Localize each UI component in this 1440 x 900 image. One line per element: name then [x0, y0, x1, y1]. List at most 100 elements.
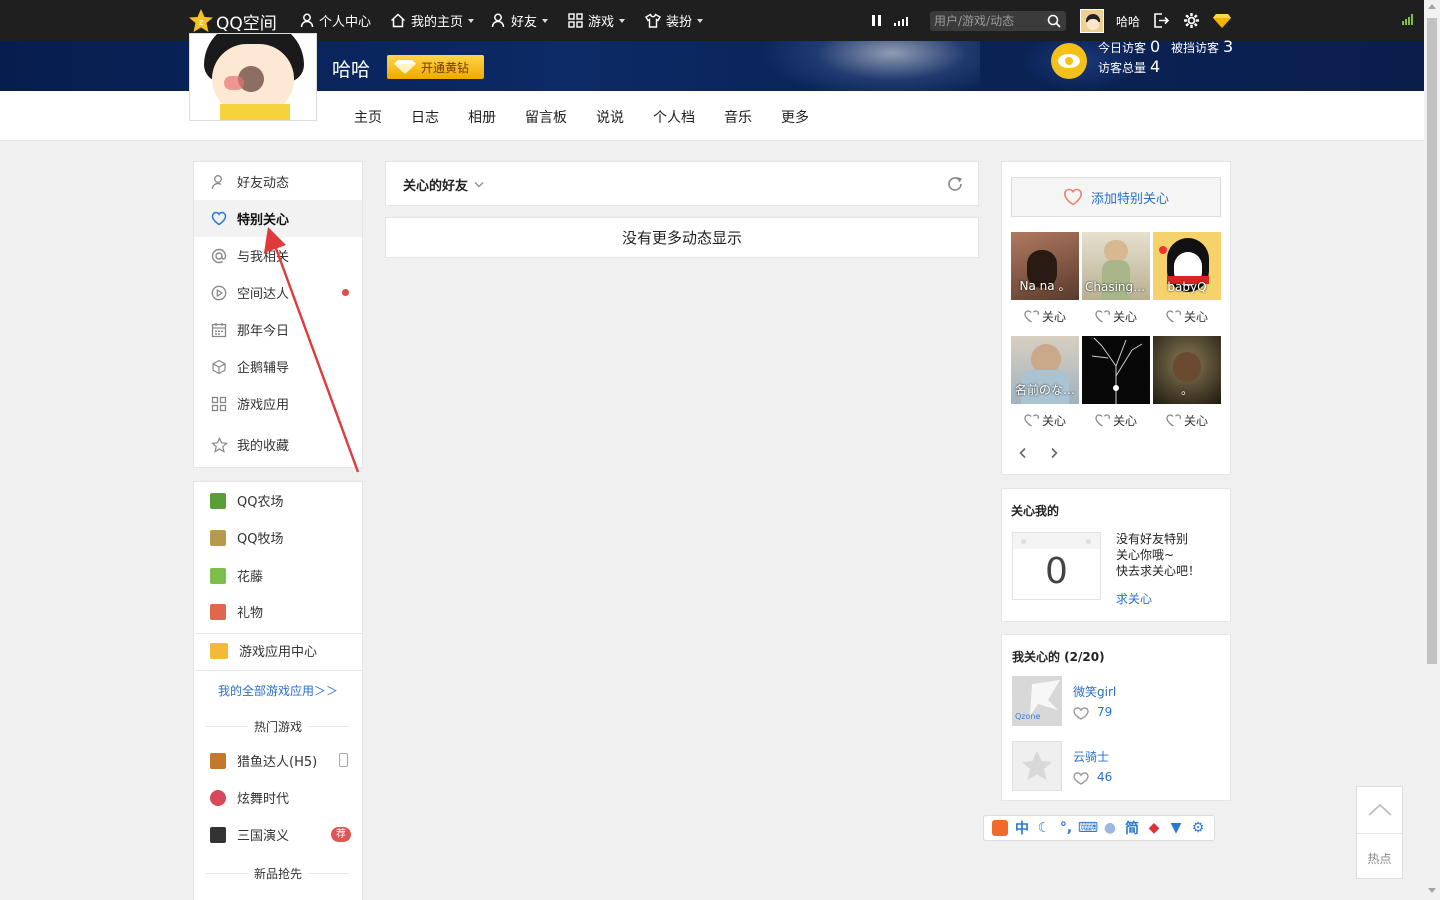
- friend-avatar[interactable]: [1082, 336, 1150, 404]
- cube-icon: [210, 358, 228, 376]
- hot-game-fishing[interactable]: 猎鱼达人(H5): [194, 742, 362, 779]
- feed-filter-dropdown[interactable]: 关心的好友: [403, 175, 484, 194]
- qzone-logo[interactable]: z QQ空间: [188, 7, 277, 35]
- chevron-left-icon[interactable]: [1018, 447, 1028, 459]
- user-icon: [210, 173, 228, 191]
- add-special-care-button[interactable]: 添加特别关心: [1011, 177, 1221, 217]
- tab-guestbook[interactable]: 留言板: [525, 107, 567, 127]
- banner-sparkles: [760, 41, 980, 91]
- care-label: 关心: [1041, 310, 1066, 324]
- app-flower-vine[interactable]: 花藤: [194, 557, 362, 594]
- tab-music[interactable]: 音乐: [724, 107, 752, 127]
- nav-decorate[interactable]: 装扮: [645, 0, 704, 41]
- ime-chinese-toggle[interactable]: 中: [1011, 817, 1033, 839]
- my-care-item: Qzone 微笑girl 79: [1012, 676, 1222, 728]
- shirt-icon[interactable]: ▼: [1165, 817, 1187, 839]
- friend-name-link[interactable]: 云骑士: [1073, 748, 1109, 765]
- qq-farm-icon: [210, 492, 226, 509]
- hot-spot-button[interactable]: 热点: [1357, 850, 1402, 867]
- gift-icon: [210, 603, 226, 620]
- scroll-down-arrow[interactable]: [1428, 888, 1436, 893]
- nav-my-homepage[interactable]: 我的主页: [390, 0, 475, 41]
- scrollbar-thumb[interactable]: [1427, 18, 1437, 664]
- sidebar-item-friend-feed[interactable]: 好友动态: [194, 163, 362, 200]
- care-friend-card: Na na 。 关心: [1011, 232, 1079, 324]
- friend-name: Chasing …: [1085, 280, 1149, 294]
- friend-avatar[interactable]: Chasing …: [1082, 232, 1150, 300]
- tab-profile[interactable]: 个人档: [653, 107, 695, 127]
- friend-name: 。: [1180, 383, 1193, 397]
- shirt-icon: [645, 13, 661, 28]
- user-avatar[interactable]: [1080, 9, 1104, 33]
- nav-games[interactable]: 游戏: [568, 0, 626, 41]
- pause-icon[interactable]: [872, 15, 881, 26]
- new-games-title: 新品抢先: [248, 865, 308, 882]
- tab-album[interactable]: 相册: [468, 107, 496, 127]
- tab-shuoshuo[interactable]: 说说: [596, 107, 624, 127]
- care-button[interactable]: 关心: [1082, 308, 1150, 325]
- search-icon[interactable]: [1047, 14, 1061, 28]
- profile-avatar[interactable]: [189, 33, 317, 121]
- apps-panel: QQ农场 QQ牧场 花藤 礼物 游戏应用中心 我的全部游戏应用＞＞ 热门游戏 猎…: [193, 481, 363, 900]
- care-me-text: 关心你哦~: [1116, 548, 1175, 562]
- care-button[interactable]: 关心: [1153, 412, 1221, 429]
- total-visitors[interactable]: 访客总量 4: [1098, 57, 1160, 76]
- blocked-visitors[interactable]: 被挡访客 3: [1171, 37, 1233, 56]
- three-kingdoms-icon: [210, 826, 226, 843]
- friend-avatar[interactable]: Qzone: [1012, 676, 1062, 726]
- ime-simplified-toggle[interactable]: 简: [1121, 817, 1143, 839]
- chevron-right-icon[interactable]: [1049, 447, 1059, 459]
- friend-name-link[interactable]: 微笑girl: [1073, 683, 1116, 700]
- logout-icon[interactable]: [1153, 12, 1170, 29]
- heart-icon: [1024, 414, 1039, 427]
- scroll-up-arrow[interactable]: [1428, 4, 1436, 9]
- refresh-icon[interactable]: [946, 175, 964, 193]
- blocked-visitors-count: 3: [1223, 37, 1234, 56]
- keyboard-icon[interactable]: ⌨: [1077, 817, 1099, 839]
- diamond-icon: [394, 60, 416, 74]
- hot-game-dance[interactable]: 炫舞时代: [194, 779, 362, 816]
- ask-for-care-link[interactable]: 求关心: [1116, 590, 1152, 607]
- all-games-link[interactable]: 我的全部游戏应用＞＞: [194, 682, 362, 699]
- ime-logo-icon[interactable]: [989, 817, 1011, 839]
- friend-avatar[interactable]: babyQ: [1153, 232, 1221, 300]
- friend-avatar[interactable]: 名前のな…: [1011, 336, 1079, 404]
- visitor-eye-icon[interactable]: [1051, 43, 1087, 79]
- care-friend-card: 名前のな… 关心: [1011, 336, 1079, 428]
- punctuation-icon[interactable]: °,: [1055, 817, 1077, 839]
- care-me-count: 0: [1045, 551, 1068, 592]
- nav-label: 游戏: [588, 15, 615, 30]
- care-count: 46: [1097, 770, 1113, 784]
- moon-icon[interactable]: ☾: [1033, 817, 1055, 839]
- app-gift[interactable]: 礼物: [194, 593, 362, 630]
- gear-icon[interactable]: [1183, 12, 1200, 29]
- skin-icon[interactable]: ◆: [1143, 817, 1165, 839]
- app-label: 花藤: [237, 570, 264, 585]
- tab-blog[interactable]: 日志: [411, 107, 439, 127]
- care-button[interactable]: 关心: [1082, 412, 1150, 429]
- hot-game-three-kingdoms[interactable]: 三国演义 荐: [194, 816, 362, 853]
- back-to-top-button[interactable]: [1357, 787, 1402, 834]
- vertical-scrollbar[interactable]: [1424, 0, 1440, 900]
- tab-more[interactable]: 更多: [781, 107, 809, 127]
- user-name[interactable]: 哈哈: [1116, 13, 1140, 30]
- search-input[interactable]: [934, 13, 1044, 29]
- friend-avatar[interactable]: [1012, 741, 1062, 791]
- svg-text:z: z: [199, 18, 204, 28]
- friend-avatar[interactable]: Na na 。: [1011, 232, 1079, 300]
- signal-bars-icon[interactable]: [894, 16, 910, 26]
- user-icon[interactable]: ●: [1099, 817, 1121, 839]
- today-visitors[interactable]: 今日访客 0: [1098, 37, 1160, 56]
- care-button[interactable]: 关心: [1011, 308, 1079, 325]
- diamond-icon[interactable]: [1212, 13, 1232, 29]
- friend-avatar[interactable]: 。: [1153, 336, 1221, 404]
- game-app-center[interactable]: 游戏应用中心: [194, 632, 362, 669]
- care-button[interactable]: 关心: [1011, 412, 1079, 429]
- app-qq-ranch[interactable]: QQ牧场: [194, 519, 362, 556]
- nav-friends[interactable]: 好友: [491, 0, 549, 41]
- care-button[interactable]: 关心: [1153, 308, 1221, 325]
- tab-home[interactable]: 主页: [354, 107, 382, 127]
- gear-icon[interactable]: ⚙: [1187, 817, 1209, 839]
- open-yellow-diamond-button[interactable]: 开通黄钻: [387, 55, 484, 79]
- app-qq-farm[interactable]: QQ农场: [194, 482, 362, 519]
